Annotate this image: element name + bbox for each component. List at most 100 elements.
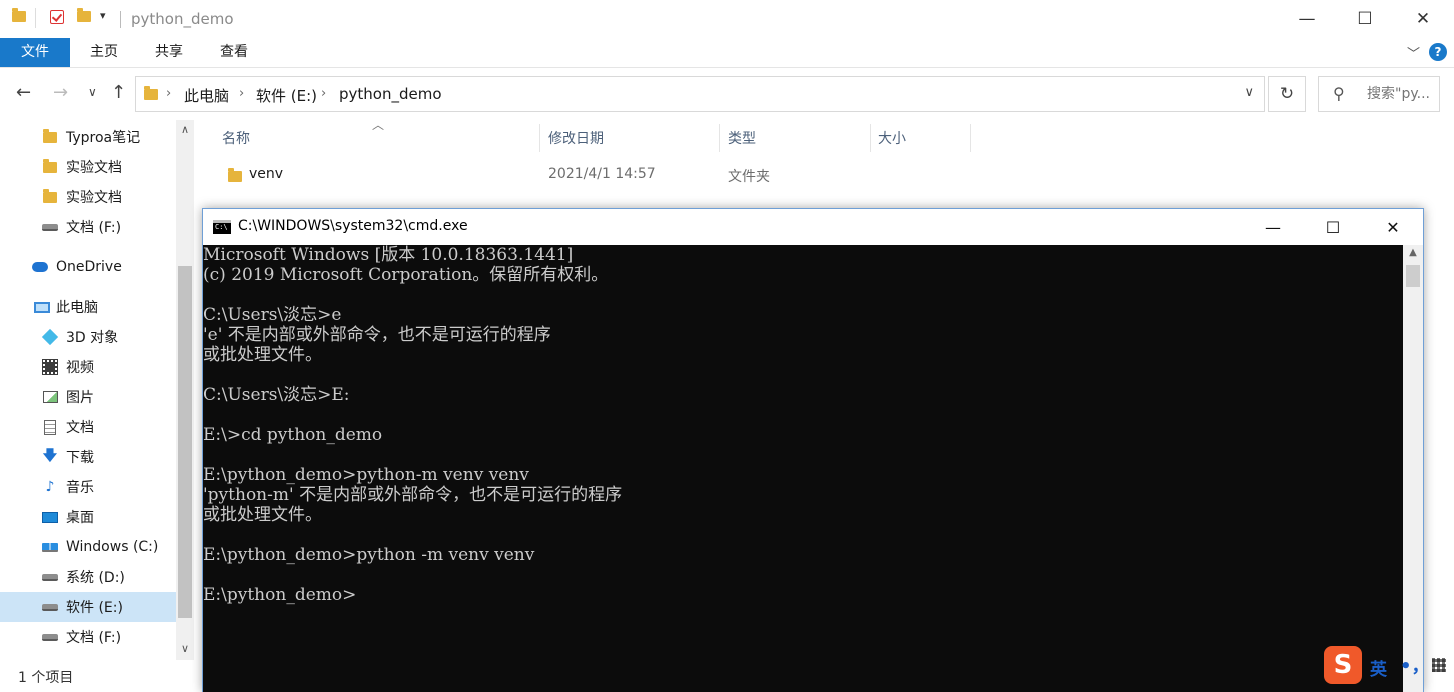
cmd-window-title: C:\WINDOWS\system32\cmd.exe — [238, 218, 468, 234]
nav-item-label: 文档 (F:) — [66, 220, 122, 236]
nav-item-label: 下载 — [66, 450, 94, 466]
nav-item-label: 此电脑 — [56, 300, 98, 316]
refresh-button[interactable]: ↻ — [1268, 76, 1306, 112]
nav-item-label: 软件 (E:) — [66, 600, 123, 616]
scroll-up-arrow-icon[interactable]: ∧ — [176, 123, 194, 136]
console-line: 'python-m' 不是内部或外部命令，也不是可运行的程序 — [203, 485, 623, 505]
music-icon: ♪ — [45, 479, 55, 495]
nav-item-music[interactable]: ♪ 音乐 — [0, 472, 176, 502]
column-divider[interactable] — [539, 124, 540, 152]
file-row-venv[interactable]: venv 2021/4/1 14:57 文件夹 — [196, 158, 1454, 192]
back-arrow-icon[interactable]: ← — [16, 82, 31, 103]
nav-item-drive-f-quick[interactable]: 文档 (F:) — [0, 212, 176, 242]
navigation-scrollbar[interactable]: ∧ ∨ — [176, 120, 194, 660]
maximize-button[interactable]: ☐ — [1336, 0, 1394, 38]
recent-locations-chevron-icon[interactable]: ∨ — [88, 85, 97, 99]
search-box[interactable]: ⚲ — [1318, 76, 1440, 112]
tab-share[interactable]: 共享 — [142, 38, 196, 67]
nav-item-lab-docs[interactable]: 实验文档 — [0, 152, 176, 182]
nav-item-drive-f[interactable]: 文档 (F:) — [0, 622, 176, 652]
nav-item-drive-e[interactable]: 软件 (E:) — [0, 592, 176, 622]
nav-item-onedrive[interactable]: OneDrive — [0, 252, 176, 282]
console-output-area[interactable]: Microsoft Windows [版本 10.0.18363.1441] (c… — [203, 245, 1403, 692]
explorer-title-bar: ▾ python_demo — ☐ ✕ — [0, 0, 1454, 38]
new-folder-icon[interactable] — [77, 8, 91, 26]
console-line: (c) 2019 Microsoft Corporation。保留所有权利。 — [203, 265, 609, 285]
nav-item-3d-objects[interactable]: 3D 对象 — [0, 322, 176, 352]
cmd-title-bar[interactable]: C:\ C:\WINDOWS\system32\cmd.exe — ☐ ✕ — [203, 209, 1423, 245]
breadcrumb-python-demo[interactable]: python_demo — [339, 85, 442, 103]
scroll-up-arrow-icon[interactable]: ▲ — [1403, 247, 1423, 258]
cmd-minimize-button[interactable]: — — [1243, 209, 1303, 245]
download-icon: 🡇 — [42, 448, 58, 464]
search-input[interactable] — [1367, 77, 1439, 111]
tab-home[interactable]: 主页 — [77, 38, 131, 67]
nav-item-label: 实验文档 — [66, 190, 122, 206]
scrollbar-thumb[interactable] — [178, 266, 192, 618]
nav-item-typora-notes[interactable]: Typroa笔记 — [0, 122, 176, 152]
ime-toolbox-grid-icon[interactable] — [1432, 658, 1446, 672]
nav-item-lab-docs-2[interactable]: 实验文档 — [0, 182, 176, 212]
ime-punctuation-mode[interactable]: •， — [1400, 652, 1430, 678]
folder-icon — [42, 128, 58, 145]
help-icon[interactable]: ? — [1429, 43, 1447, 61]
nav-item-drive-d[interactable]: 系统 (D:) — [0, 562, 176, 592]
nav-item-drive-c[interactable]: Windows (C:) — [0, 532, 176, 562]
column-header-name[interactable]: 名称 — [222, 128, 250, 148]
column-divider[interactable] — [719, 124, 720, 152]
item-count: 1 个项目 — [18, 670, 74, 686]
close-button[interactable]: ✕ — [1394, 0, 1452, 38]
ime-status-bar[interactable]: S 英 •， — [1320, 644, 1454, 688]
breadcrumb-this-pc[interactable]: 此电脑 — [184, 85, 229, 106]
document-icon — [42, 419, 58, 435]
column-header-type[interactable]: 类型 — [728, 128, 756, 148]
nav-item-pictures[interactable]: 图片 — [0, 382, 176, 412]
desktop-icon — [42, 509, 58, 525]
address-bar[interactable]: › 此电脑 › 软件 (E:) › python_demo ∨ — [135, 76, 1265, 112]
console-line: C:\Users\淡忘>e — [203, 305, 342, 325]
command-prompt-window[interactable]: C:\ C:\WINDOWS\system32\cmd.exe — ☐ ✕ Mi… — [202, 208, 1424, 692]
quick-access-dropdown-icon[interactable]: ▾ — [100, 9, 106, 22]
breadcrumb-separator-icon[interactable]: › — [239, 86, 244, 101]
column-divider[interactable] — [870, 124, 871, 152]
forward-arrow-icon[interactable]: → — [53, 82, 68, 103]
film-icon — [42, 359, 58, 375]
cmd-close-button[interactable]: ✕ — [1363, 209, 1423, 245]
breadcrumb-separator-icon[interactable]: › — [166, 86, 171, 101]
console-line: 或批处理文件。 — [203, 345, 322, 365]
search-icon: ⚲ — [1333, 84, 1345, 103]
folder-icon — [228, 168, 242, 182]
properties-check-icon[interactable] — [50, 10, 64, 28]
minimize-button[interactable]: — — [1278, 0, 1336, 38]
cmd-scrollbar[interactable]: ▲ — [1403, 245, 1423, 692]
console-line: C:\Users\淡忘>E: — [203, 385, 350, 405]
chevron-down-icon[interactable]: ﹀ — [1407, 43, 1420, 62]
tab-file[interactable]: 文件 — [0, 38, 70, 67]
file-type: 文件夹 — [728, 169, 770, 185]
nav-item-documents[interactable]: 文档 — [0, 412, 176, 442]
address-dropdown-chevron-icon[interactable]: ∨ — [1244, 85, 1254, 100]
ime-language-mode[interactable]: 英 — [1370, 655, 1387, 680]
nav-item-label: 文档 — [66, 420, 94, 436]
nav-item-downloads[interactable]: 🡇 下载 — [0, 442, 176, 472]
tab-view[interactable]: 查看 — [207, 38, 261, 67]
breadcrumb-separator-icon[interactable]: › — [321, 86, 326, 101]
column-divider[interactable] — [970, 124, 971, 152]
sogou-ime-logo-icon[interactable]: S — [1324, 646, 1362, 684]
breadcrumb-drive-e[interactable]: 软件 (E:) — [256, 85, 317, 106]
nav-item-desktop[interactable]: 桌面 — [0, 502, 176, 532]
nav-item-videos[interactable]: 视频 — [0, 352, 176, 382]
column-header-size[interactable]: 大小 — [878, 128, 906, 148]
scrollbar-thumb[interactable] — [1406, 265, 1420, 287]
column-header-modified[interactable]: 修改日期 — [548, 128, 604, 148]
up-arrow-icon[interactable]: ↑ — [111, 82, 126, 103]
console-line: 或批处理文件。 — [203, 505, 322, 525]
scroll-down-arrow-icon[interactable]: ∨ — [176, 642, 194, 655]
nav-item-label: 图片 — [66, 390, 94, 406]
window-title: python_demo — [131, 10, 234, 28]
console-line: E:\python_demo> — [203, 585, 357, 605]
cmd-maximize-button[interactable]: ☐ — [1303, 209, 1363, 245]
drive-icon — [42, 569, 58, 585]
nav-item-this-pc[interactable]: 此电脑 — [0, 292, 176, 322]
